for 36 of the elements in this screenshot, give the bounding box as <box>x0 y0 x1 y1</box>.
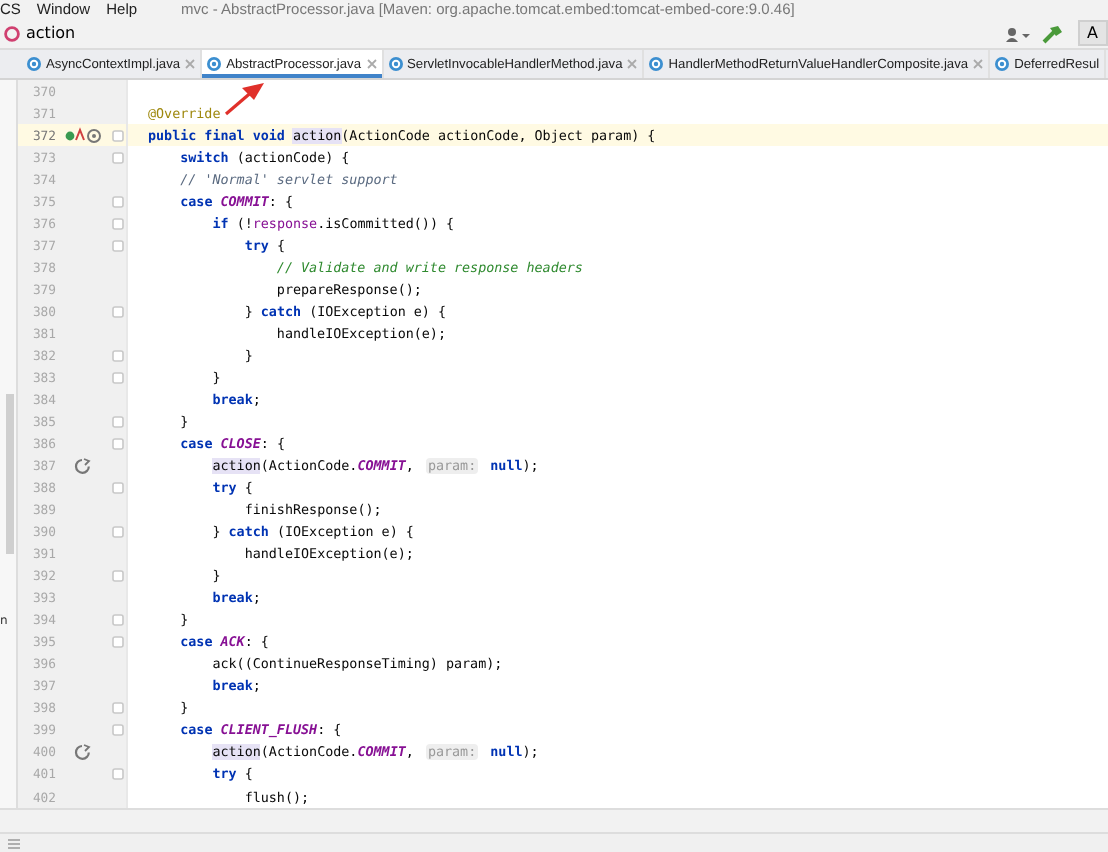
fold-marker-icon <box>112 195 124 208</box>
fold-marker-icon <box>112 151 124 164</box>
fold-marker-icon <box>112 438 124 451</box>
fold-marker-icon <box>112 702 124 715</box>
fold-marker-icon <box>112 415 124 428</box>
arrow-drawing <box>224 83 264 116</box>
class-icon <box>26 56 42 72</box>
close-icon <box>184 58 197 70</box>
fold-marker-icon <box>112 349 124 362</box>
run-configuration-button[interactable]: A <box>1077 20 1108 46</box>
method-icon <box>4 25 20 41</box>
fold-marker-icon <box>112 526 124 539</box>
fold-marker-icon <box>112 636 124 649</box>
fold-marker-icon <box>112 129 124 142</box>
recursion-icon <box>74 457 92 476</box>
recursion-icon <box>74 743 92 762</box>
fold-marker-icon <box>112 305 124 318</box>
fold-marker-icon <box>112 239 124 252</box>
override-marker-icon <box>64 126 102 145</box>
fold-marker-icon <box>112 482 124 495</box>
class-icon <box>387 56 404 72</box>
fold-marker-icon <box>112 371 124 384</box>
close-icon <box>626 58 639 70</box>
fold-marker-icon <box>112 217 124 230</box>
fold-marker-icon <box>112 570 124 583</box>
close-icon <box>972 58 985 70</box>
breadcrumb-item[interactable]: action <box>26 24 76 42</box>
class-icon <box>648 56 665 72</box>
fold-marker-icon <box>112 614 124 627</box>
menu-icon <box>8 837 20 849</box>
class-icon <box>206 56 223 72</box>
class-icon <box>994 56 1011 72</box>
close-icon <box>365 58 378 70</box>
user-icon <box>1003 25 1030 41</box>
fold-marker-icon <box>112 724 124 737</box>
fold-marker-icon <box>112 768 124 781</box>
